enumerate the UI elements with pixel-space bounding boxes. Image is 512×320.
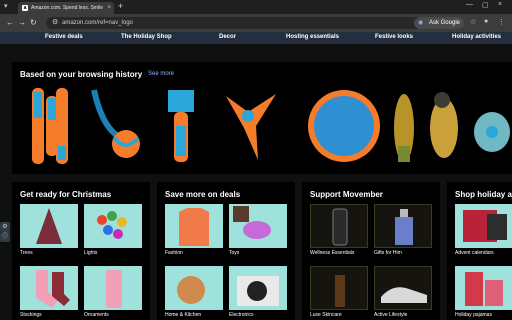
maximize-button[interactable]: ▢ [482, 1, 489, 9]
stocking-icon [36, 270, 70, 308]
tile-label-stockings: Stockings [20, 312, 42, 318]
bookmark-star-icon[interactable]: ☆ [470, 18, 476, 26]
subnav-holiday-activities[interactable]: Holiday activities [452, 32, 501, 42]
advent-calendar-icon [463, 210, 507, 242]
address-bar[interactable]: ⚙ amazon.com/ref=nav_logo [46, 17, 438, 29]
menu-icon[interactable]: ⋮ [498, 18, 505, 26]
card-title: Shop holiday a [455, 190, 512, 199]
subnav-holiday-shop[interactable]: The Holiday Shop [121, 32, 172, 42]
site-info-icon[interactable]: ⚙ [52, 18, 58, 26]
tab-search-icon[interactable]: ▾ [4, 2, 8, 10]
profile-icon[interactable]: ● [484, 18, 488, 25]
tile-label-active-lifestyle: Active Lifestyle [374, 312, 408, 318]
tab-amazon[interactable]: a Amazon.com. Spend less. Smile × [18, 2, 114, 14]
tile-label-gifts-for-him: Gifts for Him [374, 250, 402, 256]
card-get-ready-christmas: Get ready for Christmas Trees Lights Sto… [12, 182, 150, 320]
tile-trees[interactable] [20, 204, 78, 248]
browsing-history-carousel: Based on your browsing history See more [12, 62, 512, 174]
tile-holiday-pajamas[interactable] [455, 266, 512, 310]
side-settings-icon[interactable]: ⚙ [0, 222, 10, 232]
subnav-hosting-essentials[interactable]: Hosting essentials [286, 32, 339, 42]
sweater-icon [179, 208, 209, 246]
tile-label-lights: Lights [84, 250, 98, 256]
product-corn-chew[interactable] [388, 86, 420, 166]
tile-advent-calendars[interactable] [455, 204, 512, 248]
tile-label-pajamas: Holiday pajamas [455, 312, 492, 318]
tab-close-icon[interactable]: × [107, 2, 111, 14]
new-tab-button[interactable]: + [118, 1, 123, 11]
tile-luxe-skincare[interactable] [310, 266, 368, 310]
product-flying-disc[interactable] [306, 86, 384, 166]
product-plush-corn[interactable] [420, 86, 468, 166]
card-title: Support Movember [310, 190, 383, 199]
tile-ornaments[interactable] [84, 266, 142, 310]
window-close-button[interactable]: × [498, 1, 502, 8]
tile-fashion[interactable] [165, 204, 223, 248]
tile-gifts-for-him[interactable] [374, 204, 432, 248]
minimize-button[interactable]: — [466, 1, 473, 8]
product-boxed-toy[interactable] [160, 86, 200, 166]
card-title: Get ready for Christmas [20, 190, 112, 199]
ask-google-label: Ask Google [428, 20, 460, 26]
card-shop-holiday: Shop holiday a Advent calendars Holiday … [447, 182, 512, 320]
tile-label-advent: Advent calendars [455, 250, 494, 256]
pajamas-icon [465, 272, 503, 306]
url-text: amazon.com/ref=nav_logo [62, 20, 133, 26]
record-player-icon [237, 276, 279, 306]
tile-label-wellness: Wellness Essentials [310, 250, 355, 256]
tile-active-lifestyle[interactable] [374, 266, 432, 310]
supplement-bottle-icon [332, 208, 348, 246]
tile-wellness-essentials[interactable] [310, 204, 368, 248]
tile-home-kitchen[interactable] [165, 266, 223, 310]
history-title: Based on your browsing history [20, 70, 143, 79]
google-lens-icon: ◉ [418, 20, 424, 26]
see-more-link[interactable]: See more [148, 71, 174, 77]
side-info-icon[interactable]: ⓘ [0, 232, 10, 242]
tile-toys[interactable] [229, 204, 287, 248]
christmas-tree-icon [36, 208, 62, 244]
tile-label-luxe-skincare: Luxe Skincare [310, 312, 342, 318]
ornament-icon [106, 270, 122, 308]
browser-tab-bar: ▾ a Amazon.com. Spend less. Smile × + — ▢… [0, 0, 512, 14]
tab-title: Amazon.com. Spend less. Smile [31, 5, 103, 11]
sneaker-icon [381, 287, 427, 303]
toy-unicorn-icon [233, 206, 271, 239]
subnav-festive-looks[interactable]: Festive looks [375, 32, 413, 42]
cologne-bottle-icon [395, 209, 413, 245]
tile-label-ornaments: Ornaments [84, 312, 109, 318]
string-lights-icon [97, 211, 127, 239]
tile-label-home-kitchen: Home & Kitchen [165, 312, 202, 318]
tile-electronics[interactable] [229, 266, 287, 310]
card-support-movember: Support Movember Wellness Essentials Gif… [302, 182, 440, 320]
tile-label-trees: Trees [20, 250, 33, 256]
ask-google-button[interactable]: ◉ Ask Google [414, 17, 464, 29]
subnav-festive-deals[interactable]: Festive deals [45, 32, 83, 42]
tile-label-electronics: Electronics [229, 312, 254, 318]
product-dinosaur-toy[interactable] [468, 86, 512, 166]
product-stick-toy[interactable] [52, 86, 72, 166]
product-boomerang[interactable] [218, 86, 284, 166]
forward-icon[interactable]: → [18, 18, 26, 27]
card-save-more-deals: Save more on deals Fashion Toys Home & K… [157, 182, 295, 320]
reload-icon[interactable]: ↻ [30, 18, 37, 27]
card-title: Save more on deals [165, 190, 241, 199]
tile-label-toys: Toys [229, 250, 240, 256]
tile-label-fashion: Fashion [165, 250, 183, 256]
amazon-subnav: Festive deals The Holiday Shop Decor Hos… [0, 32, 512, 44]
skincare-bottle-icon [335, 275, 345, 307]
tile-lights[interactable] [84, 204, 142, 248]
tile-stockings[interactable] [20, 266, 78, 310]
amazon-favicon-icon: a [22, 5, 28, 11]
product-rope-ball[interactable] [88, 86, 146, 166]
subnav-decor[interactable]: Decor [219, 32, 236, 42]
back-icon[interactable]: ← [6, 18, 14, 27]
kitchen-utensils-icon [177, 276, 205, 304]
